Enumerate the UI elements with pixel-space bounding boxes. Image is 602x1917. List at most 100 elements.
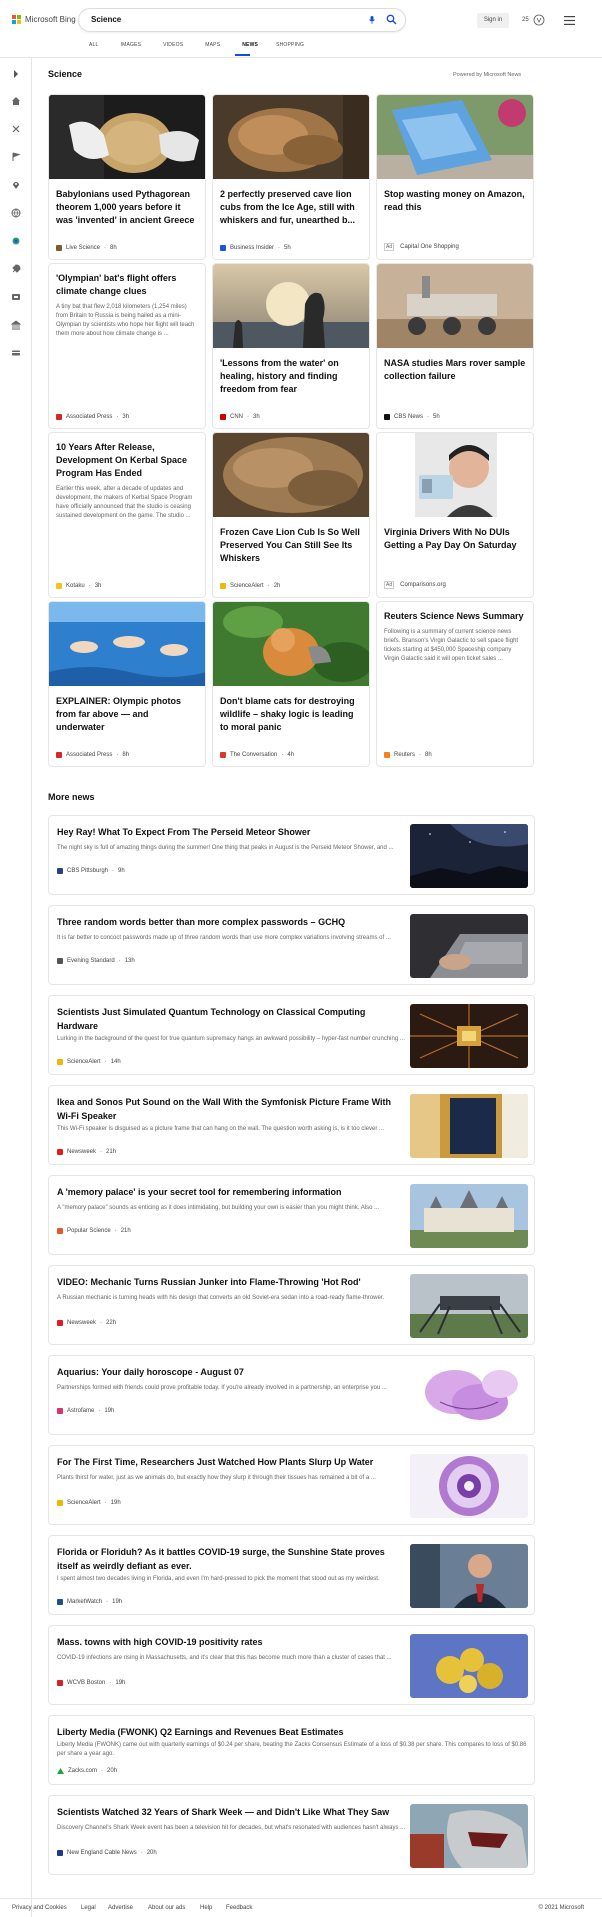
powered-by-label[interactable]: Powered by Microsoft News: [453, 72, 521, 78]
ad-card[interactable]: Stop wasting money on Amazon, read this …: [376, 94, 534, 260]
card-title[interactable]: Babylonians used Pythagorean theorem 1,0…: [49, 188, 205, 227]
home-icon[interactable]: [11, 96, 21, 106]
card-title[interactable]: Virginia Drivers With No DUIs Getting a …: [377, 526, 533, 552]
card-title[interactable]: 'Lessons from the water' on healing, his…: [213, 357, 369, 396]
source-logo-icon: [220, 245, 226, 251]
news-list-item[interactable]: Florida or Floriduh? As it battles COVID…: [48, 1535, 535, 1615]
flag-icon[interactable]: [11, 152, 21, 162]
tablet-photo: [49, 95, 205, 179]
search-icon[interactable]: [386, 14, 397, 25]
rocket-icon[interactable]: [11, 264, 21, 274]
footer-link-help[interactable]: Help: [200, 1905, 212, 1911]
news-card[interactable]: Babylonians used Pythagorean theorem 1,0…: [48, 94, 206, 260]
search-input[interactable]: Science: [91, 15, 121, 24]
microphone-icon[interactable]: [369, 16, 375, 24]
rewards-icon[interactable]: [533, 14, 545, 26]
news-list-item[interactable]: Ikea and Sonos Put Sound on the Wall Wit…: [48, 1085, 535, 1165]
tools-icon[interactable]: [11, 124, 21, 134]
tab-maps[interactable]: MAPS: [205, 42, 220, 48]
card-title[interactable]: 2 perfectly preserved cave lion cubs fro…: [213, 188, 369, 227]
news-list-item[interactable]: VIDEO: Mechanic Turns Russian Junker int…: [48, 1265, 535, 1345]
footer-link-advertise[interactable]: Advertise: [108, 1905, 133, 1911]
news-card[interactable]: 'Lessons from the water' on healing, his…: [212, 263, 370, 429]
card-title[interactable]: 10 Years After Release, Development On K…: [49, 441, 205, 480]
sign-in-button[interactable]: Sign in: [477, 13, 509, 28]
card-icon[interactable]: [11, 348, 21, 358]
hamburger-menu-icon[interactable]: [564, 16, 575, 25]
news-card[interactable]: Reuters Science News Summary Following i…: [376, 601, 534, 767]
source-name: ScienceAlert: [67, 1059, 101, 1065]
card-age: 8h: [122, 752, 130, 758]
news-list-item[interactable]: Mass. towns with high COVID-19 positivit…: [48, 1625, 535, 1705]
card-title[interactable]: NASA studies Mars rover sample collectio…: [377, 357, 533, 383]
item-title[interactable]: Liberty Media (FWONK) Q2 Earnings and Re…: [57, 1725, 517, 1739]
news-card[interactable]: Don't blame cats for destroying wildlife…: [212, 601, 370, 767]
ad-badge: Ad: [384, 581, 395, 589]
item-age: 19h: [104, 1408, 115, 1414]
item-age: 19h: [110, 1500, 121, 1506]
item-title[interactable]: VIDEO: Mechanic Turns Russian Junker int…: [57, 1275, 407, 1289]
card-title[interactable]: Stop wasting money on Amazon, read this: [377, 188, 533, 214]
news-list-item[interactable]: Liberty Media (FWONK) Q2 Earnings and Re…: [48, 1715, 535, 1785]
item-title[interactable]: Florida or Floriduh? As it battles COVID…: [57, 1545, 407, 1573]
source-name: CNN: [230, 414, 243, 420]
bing-logo[interactable]: Microsoft Bing: [12, 15, 76, 24]
card-title[interactable]: Don't blame cats for destroying wildlife…: [213, 695, 369, 734]
item-title[interactable]: Hey Ray! What To Expect From The Perseid…: [57, 825, 407, 839]
card-title[interactable]: EXPLAINER: Olympic photos from far above…: [49, 695, 205, 734]
science-icon[interactable]: [11, 236, 21, 246]
card-age: 5h: [284, 245, 291, 251]
tv-icon[interactable]: [11, 292, 21, 302]
news-list-item[interactable]: Aquarius: Your daily horoscope - August …: [48, 1355, 535, 1435]
news-list-item[interactable]: Hey Ray! What To Expect From The Perseid…: [48, 815, 535, 895]
rewards-count[interactable]: 25: [522, 17, 529, 23]
tab-videos[interactable]: VIDEOS: [163, 42, 183, 48]
tab-shopping[interactable]: SHOPPING: [276, 42, 304, 48]
news-list-item[interactable]: Three random words better than more comp…: [48, 905, 535, 985]
news-card[interactable]: 10 Years After Release, Development On K…: [48, 432, 206, 598]
footer-link-about-ads[interactable]: About our ads: [148, 1905, 185, 1911]
item-title[interactable]: Three random words better than more comp…: [57, 915, 407, 929]
item-excerpt: Discovery Channel's Shark Week event has…: [57, 1825, 406, 1831]
tab-images[interactable]: IMAGES: [121, 42, 142, 48]
footer-link-legal[interactable]: Legal: [81, 1905, 96, 1911]
item-title[interactable]: A 'memory palace' is your secret tool fo…: [57, 1185, 407, 1199]
keyboard-photo: [410, 914, 528, 978]
item-title[interactable]: Mass. towns with high COVID-19 positivit…: [57, 1635, 407, 1649]
item-title[interactable]: Scientists Just Simulated Quantum Techno…: [57, 1005, 407, 1033]
item-title[interactable]: For The First Time, Researchers Just Wat…: [57, 1455, 407, 1469]
cat-photo: [213, 602, 369, 686]
news-card[interactable]: NASA studies Mars rover sample collectio…: [376, 263, 534, 429]
chevron-right-icon[interactable]: [11, 69, 21, 79]
bank-icon[interactable]: [11, 320, 21, 330]
news-list-item[interactable]: For The First Time, Researchers Just Wat…: [48, 1445, 535, 1525]
source-logo-icon: [220, 414, 226, 420]
source-name: WCVB Boston: [67, 1680, 106, 1686]
news-card[interactable]: 'Olympian' bat's flight offers climate c…: [48, 263, 206, 429]
item-age: 14h: [110, 1059, 121, 1065]
tab-all[interactable]: ALL: [89, 42, 99, 48]
news-card[interactable]: 2 perfectly preserved cave lion cubs fro…: [212, 94, 370, 260]
item-title[interactable]: Ikea and Sonos Put Sound on the Wall Wit…: [57, 1095, 407, 1123]
news-list-item[interactable]: A 'memory palace' is your secret tool fo…: [48, 1175, 535, 1255]
footer-link-feedback[interactable]: Feedback: [226, 1905, 252, 1911]
card-title[interactable]: 'Olympian' bat's flight offers climate c…: [49, 272, 205, 298]
source-name: CBS News: [394, 414, 424, 420]
ad-card[interactable]: Virginia Drivers With No DUIs Getting a …: [376, 432, 534, 598]
news-card[interactable]: EXPLAINER: Olympic photos from far above…: [48, 601, 206, 767]
tab-news[interactable]: NEWS: [242, 42, 258, 48]
news-list-item[interactable]: Scientists Watched 32 Years of Shark Wee…: [48, 1795, 535, 1875]
card-title[interactable]: Frozen Cave Lion Cub Is So Well Preserve…: [213, 526, 369, 565]
location-icon[interactable]: [11, 180, 21, 190]
source-logo-icon: [57, 868, 63, 874]
globe-icon[interactable]: [11, 208, 21, 218]
item-title[interactable]: Scientists Watched 32 Years of Shark Wee…: [57, 1805, 407, 1819]
search-box[interactable]: Science: [79, 9, 405, 31]
news-list-item[interactable]: Scientists Just Simulated Quantum Techno…: [48, 995, 535, 1075]
news-card[interactable]: Frozen Cave Lion Cub Is So Well Preserve…: [212, 432, 370, 598]
zacks-logo-icon: [57, 1768, 64, 1774]
footer-link-privacy[interactable]: Privacy and Cookies: [12, 1905, 67, 1911]
plant-cells-photo: [410, 1454, 528, 1518]
card-title[interactable]: Reuters Science News Summary: [377, 610, 533, 623]
item-title[interactable]: Aquarius: Your daily horoscope - August …: [57, 1365, 407, 1379]
